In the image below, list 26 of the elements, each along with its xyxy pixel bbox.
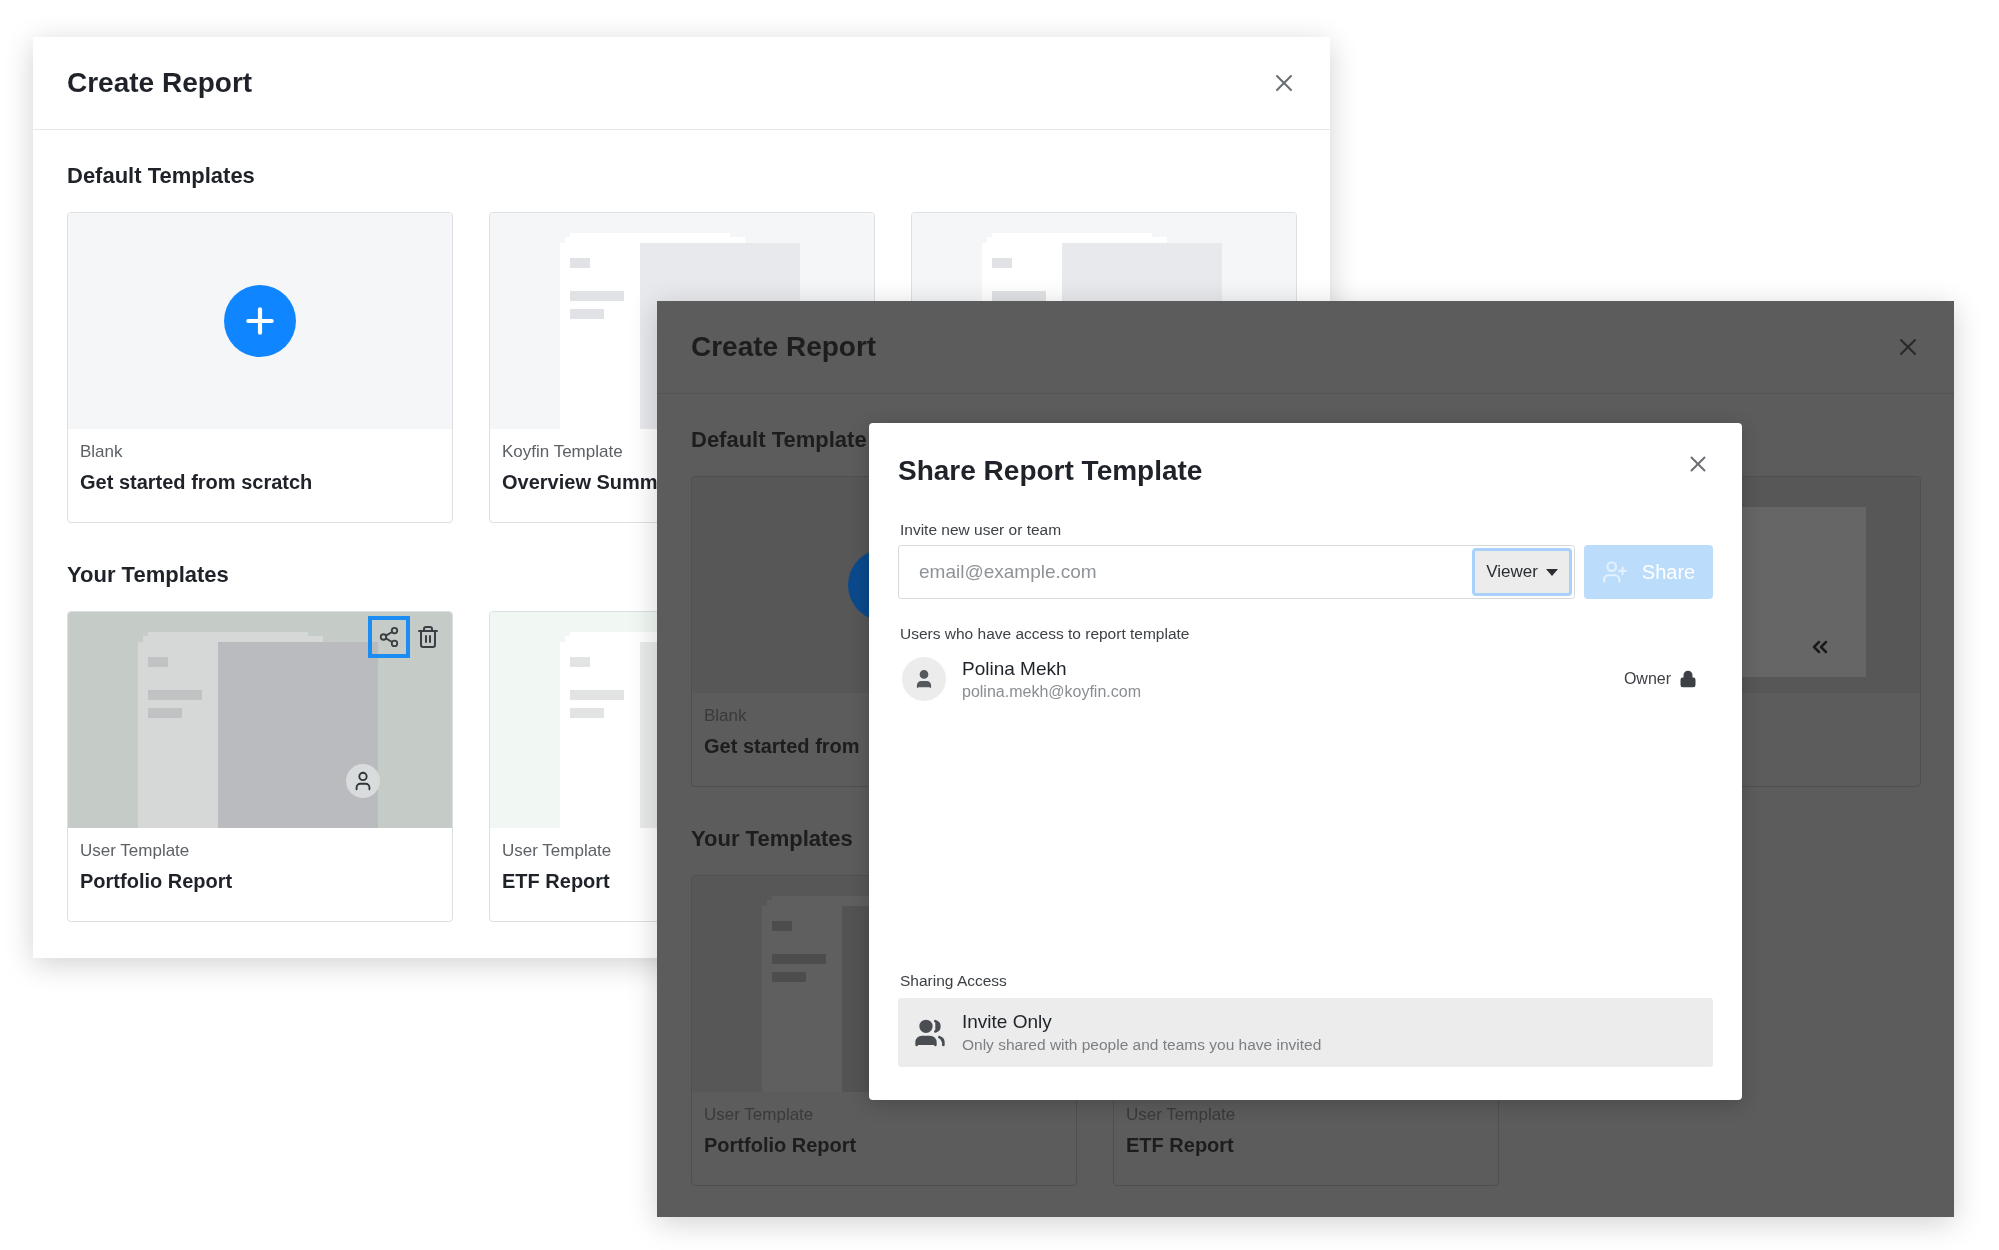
user-name: Polina Mekh [962, 657, 1068, 680]
card-label: Koyfin Template [502, 442, 624, 462]
user-email: polina.mekh@koyfin.com [962, 682, 1142, 701]
section-heading: Your Templates [691, 825, 853, 853]
section-label: Users who have access to report template [900, 625, 1191, 643]
window-title: Create Report [67, 67, 253, 99]
window-title: Create Report [691, 331, 877, 363]
dialog-title: Share Report Template [898, 455, 1203, 487]
section-heading: Default Template [691, 426, 867, 454]
section-label: Sharing Access [900, 972, 1008, 990]
card-label: User Template [502, 841, 613, 861]
user-role: Owner [1623, 670, 1671, 688]
section-heading: Default Templates [67, 162, 255, 190]
card-title: Overview Summ [502, 471, 659, 494]
card-title: Portfolio Report [704, 1134, 858, 1157]
card-title: ETF Report [502, 870, 611, 893]
card-label: Blank [80, 442, 124, 462]
option-title: Invite Only [962, 1011, 1053, 1033]
field-label: Invite new user or team [900, 521, 1063, 539]
option-description: Only shared with people and teams you have invited [962, 1036, 1322, 1054]
card-title: Get started from [704, 735, 861, 758]
card-title: Portfolio Report [80, 870, 234, 893]
card-title: Get started from scratch [80, 471, 314, 494]
section-heading: Your Templates [67, 561, 229, 589]
card-label: User Template [80, 841, 191, 861]
card-title: ETF Report [1126, 1134, 1235, 1157]
